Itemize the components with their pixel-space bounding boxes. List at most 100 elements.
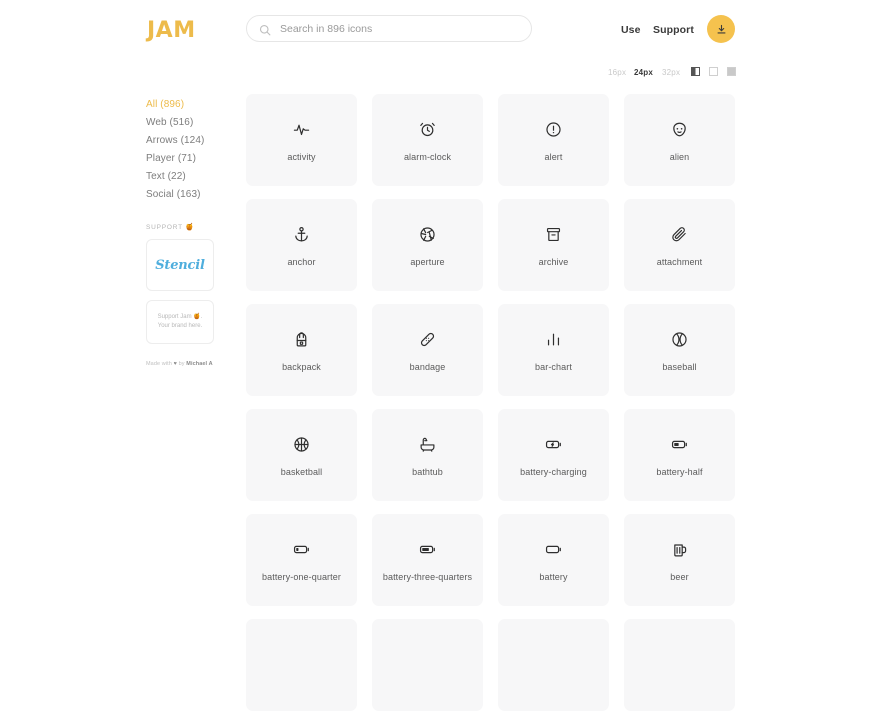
icon-card-aperture[interactable]: aperture [372, 199, 483, 291]
display-toolbar: 16px 24px 32px [0, 68, 880, 86]
battery-half-icon [668, 433, 692, 457]
icon-card[interactable] [372, 619, 483, 711]
icon-label: battery-charging [520, 466, 587, 478]
attachment-icon [668, 223, 692, 247]
icon-label: beer [670, 571, 688, 583]
bar-chart-icon [542, 328, 566, 352]
icon-card-battery-three-quarters[interactable]: battery-three-quarters [372, 514, 483, 606]
bandage-icon [416, 328, 440, 352]
icon-card-anchor[interactable]: anchor [246, 199, 357, 291]
activity-icon [290, 118, 314, 142]
icon-label: alien [670, 151, 690, 163]
bathtub-icon [416, 433, 440, 457]
icon-grid: activity alarm-clock alert alien anchor apert… [246, 94, 736, 711]
icon-card[interactable] [246, 619, 357, 711]
anchor-icon [290, 223, 314, 247]
size-option-32[interactable]: 32px [662, 68, 680, 77]
app-logo[interactable]: JAM [147, 18, 196, 43]
icon-card-attachment[interactable]: attachment [624, 199, 735, 291]
icon-placeholder [416, 649, 440, 673]
icon-card-activity[interactable]: activity [246, 94, 357, 186]
size-option-16[interactable]: 16px [608, 68, 626, 77]
alien-icon [668, 118, 692, 142]
download-icon [716, 24, 727, 35]
icon-label: archive [539, 256, 569, 268]
size-option-24[interactable]: 24px [634, 68, 653, 77]
icon-card-archive[interactable]: archive [498, 199, 609, 291]
icon-card-bar-chart[interactable]: bar-chart [498, 304, 609, 396]
icon-card-bathtub[interactable]: bathtub [372, 409, 483, 501]
archive-icon [542, 223, 566, 247]
support-section-heading: SUPPORT 🍯 [146, 223, 246, 231]
sponsor-slot-line-2: Your brand here. [158, 322, 202, 331]
battery-one-quarter-icon [290, 538, 314, 562]
heart-icon: ♥ [174, 361, 177, 367]
stencil-logo: Stencil [155, 258, 205, 273]
sidebar: All (896) Web (516) Arrows (124) Player … [146, 96, 246, 367]
download-button[interactable] [707, 15, 735, 43]
nav-link-use[interactable]: Use [621, 24, 641, 36]
sidebar-item-arrows[interactable]: Arrows (124) [146, 132, 246, 150]
icon-card-beer[interactable]: beer [624, 514, 735, 606]
credit-author: Michael A [186, 361, 212, 367]
icon-label: bandage [410, 361, 446, 373]
backpack-icon [290, 328, 314, 352]
icon-label: bathtub [412, 466, 443, 478]
icon-card[interactable] [624, 619, 735, 711]
icon-library-page: JAM Use Support 16px 24px [0, 0, 880, 624]
icon-card[interactable] [498, 619, 609, 711]
icon-card-backpack[interactable]: backpack [246, 304, 357, 396]
icon-placeholder [542, 649, 566, 673]
header: JAM Use Support [0, 0, 880, 62]
background-swatch-light[interactable] [709, 67, 718, 76]
nav-link-support[interactable]: Support [653, 24, 694, 36]
sponsor-card-stencil[interactable]: Stencil [146, 239, 214, 291]
icon-card-battery-charging[interactable]: battery-charging [498, 409, 609, 501]
icon-label: anchor [287, 256, 315, 268]
sponsor-slot-card[interactable]: Support Jam 🍯. Your brand here. [146, 300, 214, 344]
basketball-icon [290, 433, 314, 457]
icon-label: activity [287, 151, 315, 163]
honey-icon: 🍯 [185, 224, 195, 231]
icon-card-basketball[interactable]: basketball [246, 409, 357, 501]
icon-card-alert[interactable]: alert [498, 94, 609, 186]
icon-card-bandage[interactable]: bandage [372, 304, 483, 396]
icon-label: battery-three-quarters [383, 571, 472, 583]
battery-icon [542, 538, 566, 562]
icon-label: bar-chart [535, 361, 572, 373]
icon-placeholder [668, 649, 692, 673]
icon-card-battery-half[interactable]: battery-half [624, 409, 735, 501]
icon-label: baseball [662, 361, 696, 373]
icon-card-alien[interactable]: alien [624, 94, 735, 186]
icon-card-battery-one-quarter[interactable]: battery-one-quarter [246, 514, 357, 606]
icon-label: backpack [282, 361, 321, 373]
background-swatch-split[interactable] [691, 67, 700, 76]
icon-card-battery[interactable]: battery [498, 514, 609, 606]
search-input[interactable] [280, 23, 520, 35]
sponsor-slot-line-1: Support Jam 🍯. [158, 313, 203, 322]
search-box[interactable] [246, 15, 532, 42]
sidebar-item-text[interactable]: Text (22) [146, 168, 246, 186]
sidebar-item-social[interactable]: Social (163) [146, 186, 246, 204]
icon-label: basketball [281, 466, 323, 478]
icon-label: battery [539, 571, 567, 583]
sidebar-item-player[interactable]: Player (71) [146, 150, 246, 168]
icon-card-alarm-clock[interactable]: alarm-clock [372, 94, 483, 186]
background-swatch-gray[interactable] [727, 67, 736, 76]
icon-label: aperture [410, 256, 444, 268]
credit-prefix: Made with [146, 361, 172, 367]
support-heading-label: SUPPORT [146, 224, 183, 231]
battery-three-quarters-icon [416, 538, 440, 562]
beer-icon [668, 538, 692, 562]
icon-label: battery-half [656, 466, 702, 478]
alert-icon [542, 118, 566, 142]
icon-placeholder [290, 649, 314, 673]
icon-label: alarm-clock [404, 151, 451, 163]
sidebar-item-all[interactable]: All (896) [146, 96, 246, 114]
credit-middle: by [179, 361, 185, 367]
icon-card-baseball[interactable]: baseball [624, 304, 735, 396]
icon-label: attachment [657, 256, 703, 268]
sidebar-item-web[interactable]: Web (516) [146, 114, 246, 132]
alarm-clock-icon [416, 118, 440, 142]
baseball-icon [668, 328, 692, 352]
